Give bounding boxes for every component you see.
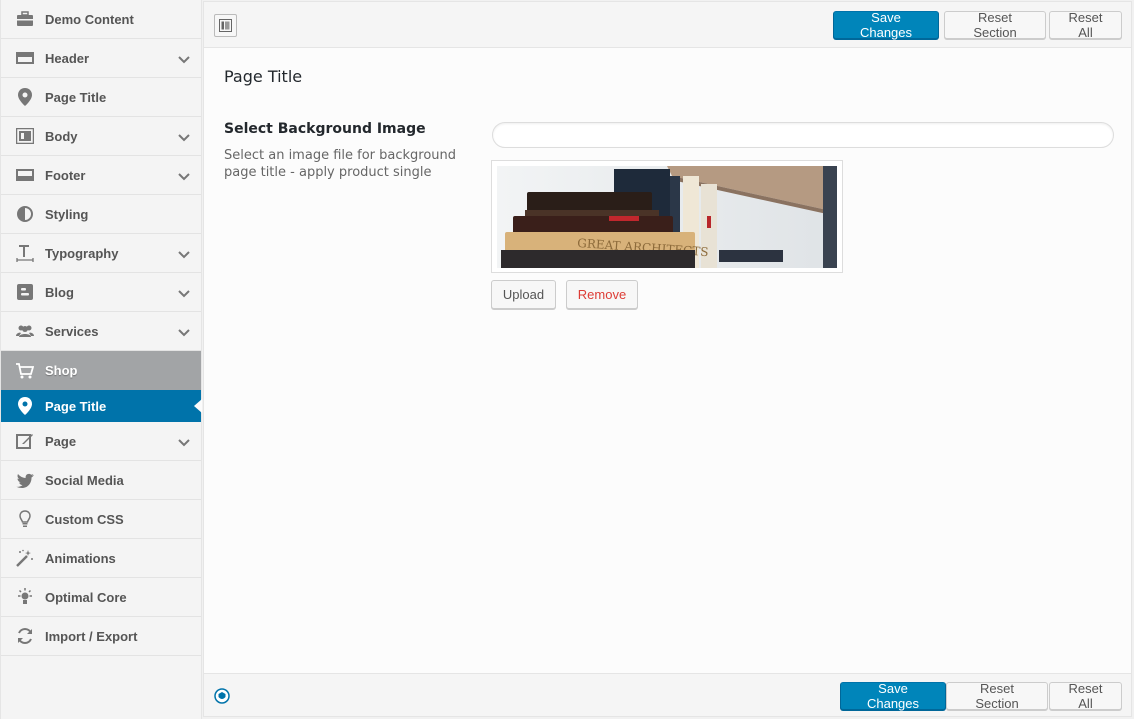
edit-icon [15, 431, 35, 451]
sidebar-item-animations[interactable]: Animations [1, 539, 201, 578]
sidebar-item-services[interactable]: Services [1, 312, 201, 351]
chevron-down-icon[interactable] [178, 247, 190, 262]
location-pin-icon [15, 87, 35, 107]
save-changes-button[interactable]: Save Changes [833, 10, 939, 40]
upload-button[interactable]: Upload [491, 280, 556, 309]
redux-logo-icon [214, 688, 230, 704]
sidebar-item-typography[interactable]: Typography [1, 234, 201, 273]
briefcase-icon [15, 9, 35, 29]
sidebar-item-label: Typography [45, 245, 119, 261]
sidebar-item-shop[interactable]: Shop [1, 351, 201, 390]
sidebar-item-page[interactable]: Page [1, 422, 201, 461]
sidebar-item-social-media[interactable]: Social Media [1, 461, 201, 500]
blogger-icon [15, 282, 35, 302]
image-url-input[interactable] [492, 122, 1114, 148]
sidebar-item-header[interactable]: Header [1, 39, 201, 78]
sidebar-item-custom-css[interactable]: Custom CSS [1, 500, 201, 539]
sidebar-item-label: Shop [45, 363, 78, 378]
options-sidebar: Demo Content Header Page Title Body Footer St… [0, 0, 202, 719]
twitter-icon [15, 470, 35, 490]
sidebar-item-label: Page Title [45, 398, 107, 414]
layout-icon [15, 126, 35, 146]
sidebar-item-blog[interactable]: Blog [1, 273, 201, 312]
reset-section-button-bottom[interactable]: Reset Section [946, 681, 1048, 711]
sidebar-item-label: Services [45, 323, 99, 339]
header-bar-icon [15, 48, 35, 68]
cart-icon [15, 361, 35, 381]
chevron-down-icon[interactable] [178, 435, 190, 450]
chevron-down-icon[interactable] [178, 130, 190, 145]
lightbulb-icon [15, 509, 35, 529]
chevron-down-icon[interactable] [178, 52, 190, 67]
bulb-rays-icon [15, 587, 35, 607]
field-title: Select Background Image [224, 121, 426, 137]
image-preview: GREAT ARCHITECTS [491, 160, 843, 273]
magic-wand-icon [15, 548, 35, 568]
sidebar-item-footer[interactable]: Footer [1, 156, 201, 195]
text-height-icon [15, 243, 35, 263]
options-panel: Save Changes Reset Section Reset All Pag… [203, 1, 1132, 717]
chevron-down-icon[interactable] [178, 286, 190, 301]
users-icon [15, 321, 35, 341]
sidebar-item-styling[interactable]: Styling [1, 195, 201, 234]
section-title: Page Title [224, 67, 303, 86]
sidebar-item-label: Body [45, 128, 78, 144]
sidebar-item-body[interactable]: Body [1, 117, 201, 156]
sidebar-item-import-export[interactable]: Import / Export [1, 617, 201, 656]
contrast-icon [15, 204, 35, 224]
remove-button[interactable]: Remove [566, 280, 638, 309]
reset-all-button[interactable]: Reset All [1049, 10, 1122, 40]
reset-all-button-bottom[interactable]: Reset All [1049, 681, 1122, 711]
sidebar-menu: Demo Content Header Page Title Body Footer St… [1, 0, 202, 656]
sidebar-item-label: Custom CSS [45, 511, 124, 527]
sidebar-item-label: Optimal Core [45, 589, 127, 605]
refresh-icon [15, 626, 35, 646]
sidebar-item-demo-content[interactable]: Demo Content [1, 0, 201, 39]
footer-bar-icon [15, 165, 35, 185]
field-description: Select an image file for background page… [224, 148, 457, 180]
sidebar-item-label: Animations [45, 550, 116, 566]
sidebar-item-label: Blog [45, 284, 74, 300]
sidebar-item-label: Header [45, 50, 90, 66]
save-changes-button-bottom[interactable]: Save Changes [840, 681, 946, 711]
sidebar-item-label: Styling [45, 206, 89, 222]
preview-image: GREAT ARCHITECTS [497, 166, 837, 268]
sidebar-item-label: Footer [45, 167, 86, 183]
expand-toggle-button[interactable] [214, 14, 237, 37]
sidebar-item-label: Social Media [45, 472, 124, 488]
sidebar-item-label: Page [45, 433, 77, 449]
reset-section-button[interactable]: Reset Section [944, 10, 1046, 40]
top-toolbar: Save Changes Reset Section Reset All [204, 2, 1131, 48]
chevron-down-icon[interactable] [178, 169, 190, 184]
location-pin-icon [15, 396, 35, 416]
sidebar-item-page-title-sub[interactable]: Page Title [1, 390, 202, 422]
bottom-toolbar: Save Changes Reset Section Reset All [204, 673, 1131, 716]
sidebar-item-label: Page Title [45, 89, 107, 105]
chevron-down-icon[interactable] [178, 325, 190, 340]
sidebar-item-label: Import / Export [45, 628, 138, 644]
sidebar-item-page-title[interactable]: Page Title [1, 78, 201, 117]
expand-icon [219, 19, 232, 32]
sidebar-item-optimal-core[interactable]: Optimal Core [1, 578, 201, 617]
sidebar-item-label: Demo Content [45, 11, 134, 27]
